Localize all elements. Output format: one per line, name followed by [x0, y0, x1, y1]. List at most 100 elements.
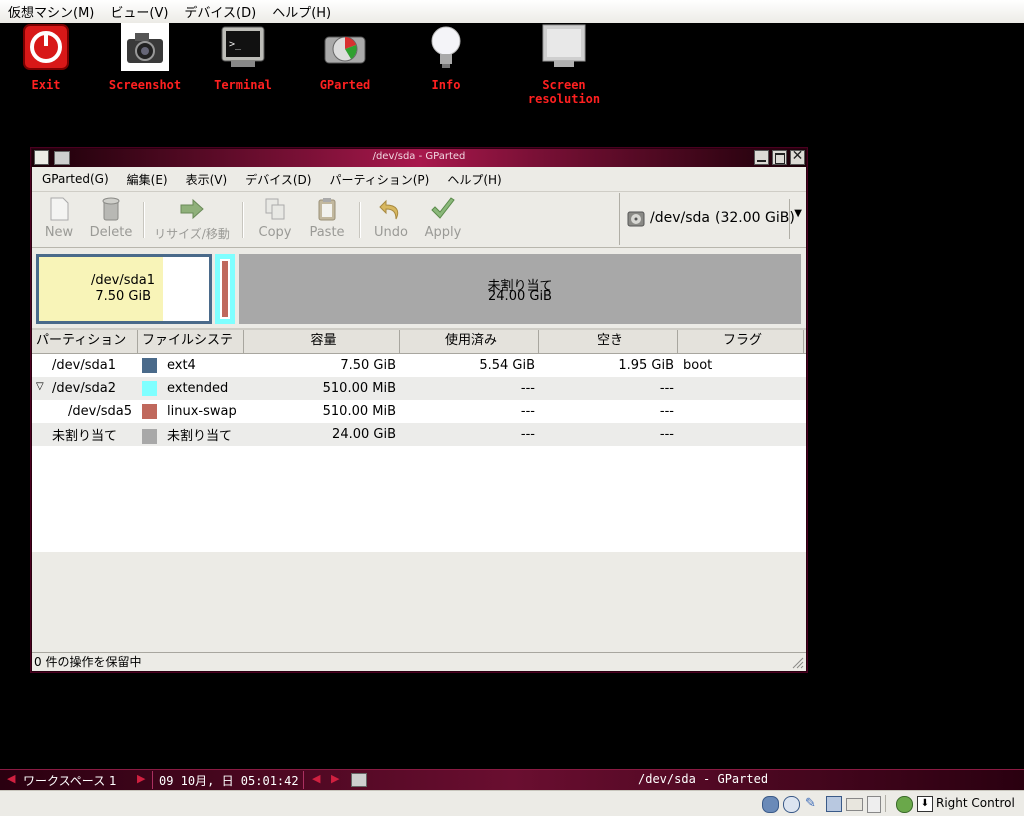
paste-label: Paste [309, 225, 345, 240]
graph-unalloc-size: 24.00 GiB [488, 289, 552, 304]
workspace-next-icon[interactable]: ▶ [137, 772, 145, 785]
menu-view[interactable]: 表示(V) [176, 171, 236, 188]
filesystem-name: ext4 [167, 358, 196, 373]
undo-arrow-icon [378, 197, 404, 221]
gparted-menubar: GParted(G) 編集(E) 表示(V) デバイス(D) パーティション(P… [32, 167, 806, 192]
menu-view[interactable]: ビュー(V) [102, 2, 176, 21]
menu-machine[interactable]: 仮想マシン(M) [0, 2, 102, 21]
desktop-icon-label: Terminal [214, 78, 272, 92]
graph-partition-sda5[interactable] [220, 259, 230, 319]
menu-devices[interactable]: デバイス(D) [176, 2, 264, 21]
desktop-icon-gparted[interactable]: GParted [290, 23, 400, 92]
table-row[interactable]: /dev/sda5 linux-swap 510.00 MiB --- --- [32, 400, 806, 423]
column-filesystem[interactable]: ファイルシステム [138, 330, 244, 370]
close-button[interactable]: ✕ [790, 148, 805, 165]
graph-unallocated[interactable]: 未割り当て 24.00 GiB [239, 254, 801, 324]
shared-folder-icon[interactable] [846, 798, 863, 811]
graph-partition-sda1[interactable]: /dev/sda1 7.50 GiB [36, 254, 212, 324]
menu-gparted[interactable]: GParted(G) [32, 172, 117, 186]
desktop-icon-label: GParted [319, 78, 371, 92]
hard-disk-activity-icon[interactable] [762, 796, 779, 813]
cell-partition: 未割り当て [32, 425, 138, 444]
partition-table-header: パーティション ファイルシステム 容量 使用済み 空き フラグ [32, 329, 806, 370]
desktop-icon-screen-resolution[interactable]: Screen resolution [509, 23, 619, 106]
desktop-icon-info[interactable]: Info [391, 23, 501, 92]
usb-icon[interactable]: ✎ [805, 796, 819, 811]
toolbar-separator [143, 202, 145, 238]
combo-divider [789, 199, 790, 239]
desktop-icon-exit[interactable]: Exit [0, 23, 101, 92]
minimize-button[interactable] [754, 150, 769, 165]
menu-device[interactable]: デバイス(D) [235, 171, 319, 188]
table-row[interactable]: 未割り当て 未割り当て 24.00 GiB --- --- [32, 423, 806, 446]
desktop-icon-label: Exit [31, 78, 61, 92]
menu-help[interactable]: ヘルプ(H) [437, 171, 509, 188]
column-flags[interactable]: フラグ [678, 330, 804, 353]
table-row[interactable]: ▽ /dev/sda2 extended 510.00 MiB --- --- [32, 377, 806, 400]
close-icon: ✕ [791, 148, 804, 164]
partition-name: /dev/sda5 [68, 404, 132, 419]
device-selector[interactable]: /dev/sda (32.00 GiB) ▼ [619, 193, 806, 245]
filesystem-color-swatch [142, 381, 157, 396]
table-row[interactable]: /dev/sda1 ext4 7.50 GiB 5.54 GiB 1.95 GiB boo… [32, 354, 806, 377]
desktop-icon-screenshot[interactable]: Screenshot [90, 23, 200, 92]
resize-move-button[interactable]: リサイズ/移動 [149, 195, 235, 242]
task-prev-icon[interactable]: ◀ [312, 772, 320, 785]
cell-used: --- [520, 427, 535, 442]
mouse-integration-icon[interactable] [896, 796, 913, 813]
cell-filesystem: ext4 [138, 358, 244, 373]
paste-button[interactable]: Paste [301, 195, 353, 240]
maximize-button[interactable] [772, 150, 787, 165]
cell-size: 24.00 GiB [332, 427, 396, 442]
cell-used: --- [520, 381, 535, 396]
toolbar-separator [242, 202, 244, 238]
partition-name: 未割り当て [52, 429, 118, 444]
cell-used: 5.54 GiB [479, 358, 535, 373]
graph-partition-sda2-extended[interactable] [215, 254, 235, 324]
column-size[interactable]: 容量 [244, 330, 400, 353]
host-key-label: Right Control [936, 796, 1015, 810]
expander-icon[interactable]: ▽ [36, 381, 44, 392]
apply-button[interactable]: Apply [417, 195, 469, 240]
graph-sda1-size: 7.50 GiB [95, 289, 151, 304]
gparted-icon [321, 23, 369, 71]
apply-check-icon [430, 197, 456, 221]
copy-button[interactable]: Copy [249, 195, 301, 240]
menu-edit[interactable]: 編集(E) [117, 171, 176, 188]
desktop-icon-terminal[interactable]: >_ Terminal [188, 23, 298, 92]
cell-filesystem: linux-swap [138, 404, 244, 419]
filesystem-color-swatch [142, 429, 157, 444]
menu-help[interactable]: ヘルプ(H) [264, 2, 339, 21]
cell-flags: boot [683, 358, 713, 373]
network-icon[interactable] [826, 796, 842, 812]
optical-drive-icon[interactable] [783, 796, 800, 813]
cell-free: --- [659, 381, 674, 396]
cell-partition: /dev/sda5 [32, 404, 138, 419]
taskbar: ◀ ワークスペース 1 ▶ 09 10月, 日 05:01:42 ◀ ▶ /de… [0, 769, 1024, 790]
cell-size: 7.50 GiB [340, 358, 396, 373]
camera-icon [121, 23, 169, 71]
apply-label: Apply [424, 225, 462, 240]
new-label: New [44, 225, 74, 240]
resize-grip-icon[interactable] [790, 655, 804, 669]
display-icon[interactable] [867, 796, 881, 813]
column-partition[interactable]: パーティション [32, 330, 138, 353]
device-size: (32.00 GiB) [715, 210, 795, 226]
new-document-icon [46, 197, 72, 221]
workspace-label[interactable]: ワークスペース 1 [23, 772, 117, 789]
pending-operations: 0 件の操作を保留中 [34, 655, 142, 669]
new-button[interactable]: New [33, 195, 85, 240]
workspace-prev-icon[interactable]: ◀ [7, 772, 15, 785]
task-next-icon[interactable]: ▶ [331, 772, 339, 785]
undo-button[interactable]: Undo [365, 195, 417, 240]
status-divider [885, 795, 886, 812]
menu-partition[interactable]: パーティション(P) [319, 171, 437, 188]
cell-free: --- [659, 404, 674, 419]
column-used[interactable]: 使用済み [400, 330, 539, 353]
delete-button[interactable]: Delete [85, 195, 137, 240]
window-titlebar[interactable]: /dev/sda - GParted ✕ [32, 148, 806, 167]
column-free[interactable]: 空き [539, 330, 678, 353]
power-icon [22, 23, 70, 71]
task-gparted[interactable]: /dev/sda - GParted [638, 772, 768, 786]
undo-label: Undo [374, 225, 408, 240]
